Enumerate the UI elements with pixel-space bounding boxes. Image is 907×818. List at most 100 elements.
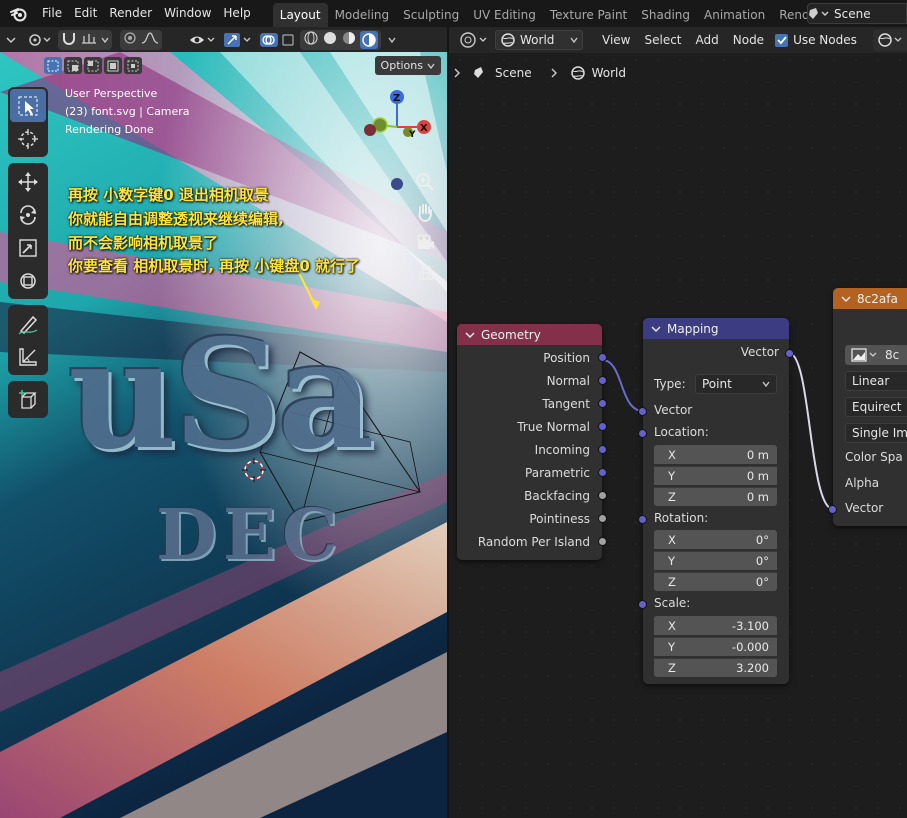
location-x-field[interactable]: X 0 m (654, 445, 777, 464)
rendered-shading-icon[interactable] (360, 30, 378, 49)
select-box-tool[interactable] (10, 89, 46, 122)
location-z-field[interactable]: Z 0 m (654, 487, 777, 506)
falloff-curve-icon[interactable] (141, 31, 159, 48)
ortho-grid-icon[interactable] (413, 260, 437, 284)
menu-select[interactable]: Select (637, 33, 688, 47)
geometry-node-header[interactable]: Geometry (457, 324, 602, 345)
geometry-output-socket[interactable] (598, 491, 607, 500)
scale-x-field[interactable]: X -3.100 (654, 616, 777, 635)
scale-y-field[interactable]: Y -0.000 (654, 637, 777, 656)
menu-help[interactable]: Help (217, 0, 256, 27)
options-dropdown[interactable]: Options (374, 56, 441, 75)
mapping-type-dropdown[interactable]: Point (695, 374, 777, 394)
breadcrumb-world[interactable]: World (592, 66, 626, 80)
image-texture-node[interactable]: 8c2afa 8c Linear Equirect Single Im Colo… (828, 288, 907, 526)
solid-shading-icon[interactable] (322, 30, 338, 49)
transform-tool[interactable] (10, 264, 46, 297)
tab-sculpting[interactable]: Sculpting (396, 3, 466, 27)
rotation-y-field[interactable]: Y 0° (654, 551, 777, 570)
editor-type-dropdown[interactable] (0, 30, 22, 50)
overlays-toggle-icon[interactable] (256, 30, 300, 50)
geometry-output-socket[interactable] (598, 445, 607, 454)
geometry-output-socket[interactable] (598, 422, 607, 431)
snap-dropdown-icon[interactable] (101, 33, 109, 47)
collapse-chevron-icon[interactable] (841, 295, 851, 303)
select-extend-icon[interactable] (64, 57, 82, 74)
image-vector-input-socket[interactable] (828, 505, 837, 514)
wireframe-shading-icon[interactable] (303, 30, 319, 49)
geometry-output-socket[interactable] (598, 537, 607, 546)
select-new-icon[interactable] (44, 57, 62, 74)
proportional-edit-icon[interactable] (123, 31, 137, 48)
tab-animation[interactable]: Animation (697, 3, 772, 27)
shading-options-dropdown[interactable] (381, 30, 403, 50)
geometry-output-socket[interactable] (598, 376, 607, 385)
transform-pivot-icon[interactable] (22, 30, 58, 50)
geometry-output-socket[interactable] (598, 399, 607, 408)
menu-node[interactable]: Node (726, 33, 771, 47)
menu-view[interactable]: View (595, 33, 637, 47)
tab-modeling[interactable]: Modeling (328, 3, 397, 27)
breadcrumb-scene[interactable]: Scene (495, 66, 532, 80)
geometry-output-socket[interactable] (598, 353, 607, 362)
move-tool[interactable] (10, 165, 46, 198)
menu-render[interactable]: Render (103, 0, 158, 27)
gizmo-toggle-icon[interactable] (220, 30, 256, 50)
projection-dropdown[interactable]: Equirect (845, 397, 907, 417)
measure-tool[interactable] (10, 340, 46, 373)
interpolation-dropdown[interactable]: Linear (845, 371, 907, 391)
menu-window[interactable]: Window (158, 0, 217, 27)
tab-layout[interactable]: Layout (272, 3, 328, 27)
select-intersect-icon[interactable] (124, 57, 142, 74)
snap-icon[interactable] (61, 31, 77, 48)
visibility-eye-icon[interactable] (186, 30, 220, 50)
3d-viewport[interactable]: uSa DEC Options User Perspective (23) fo… (0, 27, 447, 818)
tab-uv-editing[interactable]: UV Editing (466, 3, 543, 27)
mapping-scale-socket[interactable] (638, 600, 647, 609)
geometry-output-socket[interactable] (598, 468, 607, 477)
pan-hand-icon[interactable] (413, 200, 437, 224)
mapping-node[interactable]: Mapping Vector Type: Point Vector Locati… (638, 318, 794, 684)
shader-node-editor[interactable]: World View Select Add Node Use Nodes Sce… (447, 27, 907, 818)
navigation-gizmo[interactable]: Z X Y (360, 85, 440, 165)
location-y-field[interactable]: Y 0 m (654, 466, 777, 485)
proportional-edit-group[interactable] (120, 29, 162, 50)
collapse-chevron-icon[interactable] (465, 331, 475, 339)
extension-dropdown[interactable]: Single Im (845, 423, 907, 443)
world-browse-icon[interactable] (873, 29, 907, 51)
mapping-vector-output-socket[interactable] (785, 349, 794, 358)
tab-texture-paint[interactable]: Texture Paint (543, 3, 634, 27)
image-browse-button[interactable]: 8c (845, 345, 907, 365)
snapping-group[interactable] (58, 29, 112, 50)
mapping-rotation-socket[interactable] (638, 515, 647, 524)
cursor-tool[interactable] (10, 122, 46, 155)
menu-add[interactable]: Add (689, 33, 726, 47)
node-editor-type-dropdown[interactable] (455, 30, 495, 50)
menu-edit[interactable]: Edit (68, 0, 103, 27)
select-invert-icon[interactable] (104, 57, 122, 74)
rotate-tool[interactable] (10, 198, 46, 231)
geometry-node[interactable]: Geometry Position Normal Tangent True Norma… (457, 324, 607, 560)
camera-view-icon[interactable] (413, 230, 437, 254)
annotate-tool[interactable] (10, 307, 46, 340)
material-preview-icon[interactable] (341, 30, 357, 49)
shading-mode-group[interactable] (300, 29, 381, 50)
use-nodes-checkbox[interactable]: Use Nodes (775, 33, 857, 47)
geometry-output-socket[interactable] (598, 514, 607, 523)
rotation-x-field[interactable]: X 0° (654, 530, 777, 549)
select-subtract-icon[interactable] (84, 57, 102, 74)
shader-type-select[interactable]: World (495, 30, 583, 50)
scene-selector[interactable]: Scene (807, 3, 907, 24)
rotation-z-field[interactable]: Z 0° (654, 572, 777, 591)
menu-file[interactable]: File (36, 0, 68, 27)
scale-z-field[interactable]: Z 3.200 (654, 658, 777, 677)
scale-tool[interactable] (10, 231, 46, 264)
image-node-header[interactable]: 8c2afa (833, 288, 907, 309)
tab-shading[interactable]: Shading (634, 3, 697, 27)
zoom-icon[interactable] (413, 170, 437, 194)
add-cube-tool[interactable] (10, 383, 46, 416)
mapping-node-header[interactable]: Mapping (643, 318, 789, 339)
snap-increment-icon[interactable] (81, 31, 97, 48)
blender-logo-icon[interactable] (8, 3, 30, 25)
mapping-vector-input-socket[interactable] (638, 407, 647, 416)
